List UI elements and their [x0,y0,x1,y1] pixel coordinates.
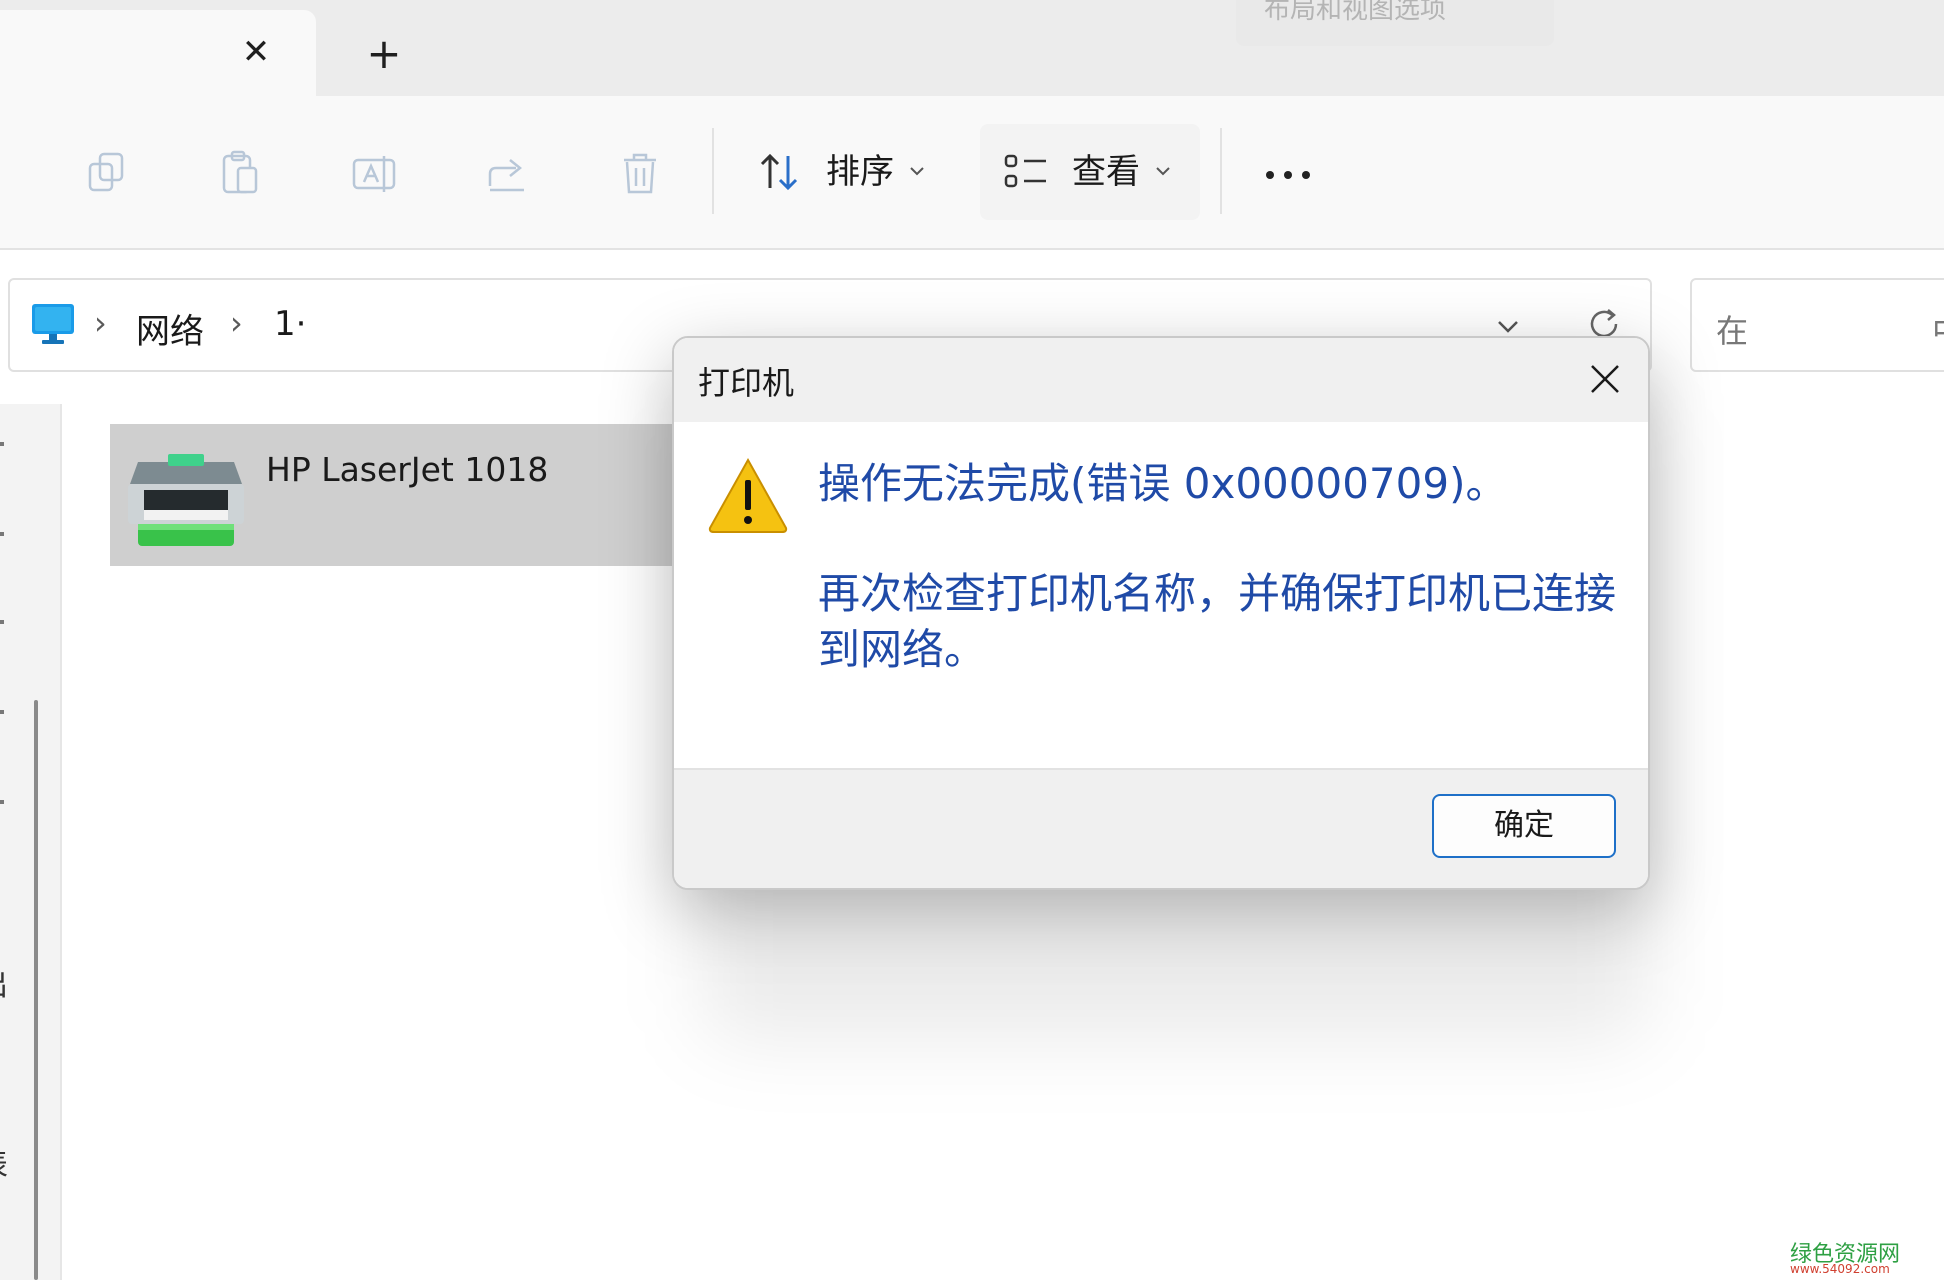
toolbar-divider [712,128,714,214]
copy-icon[interactable] [80,146,136,202]
dialog-title-bar [674,338,1648,422]
pane-divider [60,404,62,1280]
breadcrumb-host[interactable]: 1· [274,304,306,344]
navigation-pane [0,404,60,1280]
chevron-down-icon [910,167,924,176]
breadcrumb-separator: › [94,304,107,342]
error-hint: 再次检查打印机名称，并确保打印机已连接到网络。 [818,569,1617,674]
sort-button[interactable]: 排序 [740,130,940,214]
sort-label: 排序 [826,152,894,192]
command-bar [0,96,1944,250]
rename-icon[interactable] [346,146,402,202]
close-icon[interactable] [1578,352,1632,406]
warning-icon [708,457,788,533]
ok-button[interactable]: 确定 [1432,794,1616,858]
view-details-icon [1004,154,1046,188]
dialog-title: 打印机 [698,364,795,402]
nav-item-label[interactable]: 表 [0,1140,8,1184]
more-dots-icon [1266,171,1310,179]
share-icon[interactable] [480,146,536,202]
nav-item-marker [0,710,4,714]
computer-monitor-icon [32,304,74,344]
search-input[interactable]: 在 中 [1690,278,1944,372]
printer-name: HP LaserJet 1018 [266,450,549,489]
nav-item-marker [0,532,4,536]
error-message: 操作无法完成(错误 0x00000709)。 [818,459,1508,508]
toolbar-divider [1220,128,1222,214]
nav-pane-scrollbar[interactable] [34,700,38,1280]
nav-item-label[interactable]: 出 [0,960,8,1004]
nav-item-marker [0,800,4,804]
tab-close-icon[interactable]: ✕ [236,28,276,76]
printer-error-dialog: 打印机 操作无法完成(错误 0x00000709)。 再次检查打印机名称，并确保… [672,336,1650,890]
paste-icon[interactable] [212,146,268,202]
nav-item-marker [0,442,4,446]
more-options-button[interactable] [1250,150,1330,200]
delete-icon[interactable] [612,146,668,202]
search-placeholder: 在 [1716,312,1749,350]
new-tab-button[interactable]: + [360,28,408,80]
watermark-url: www.54092.com [1790,1262,1890,1276]
search-placeholder-trailing: 中 [1932,306,1944,352]
printer-icon [128,454,244,546]
nav-item-marker [0,620,4,624]
view-button[interactable]: 查看 [980,124,1200,220]
view-label: 查看 [1072,152,1140,192]
breadcrumb-separator: › [230,304,243,342]
layout-options-button[interactable]: 布局和视图选项 [1236,0,1554,46]
sort-icon [760,153,798,191]
chevron-down-icon [1156,167,1170,176]
breadcrumb-network[interactable]: 网络 [136,304,204,353]
